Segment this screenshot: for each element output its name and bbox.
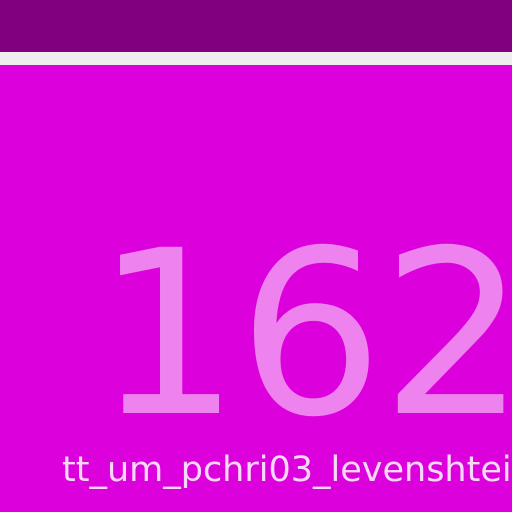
project-name: tt_um_pchri03_levenshtei bbox=[62, 450, 512, 490]
counter-value: 162 bbox=[95, 201, 512, 467]
app-screen: 162 tt_um_pchri03_levenshtei bbox=[0, 0, 512, 512]
main-panel: 162 tt_um_pchri03_levenshtei bbox=[0, 65, 512, 512]
header-divider bbox=[0, 52, 512, 65]
status-bar bbox=[0, 0, 512, 52]
